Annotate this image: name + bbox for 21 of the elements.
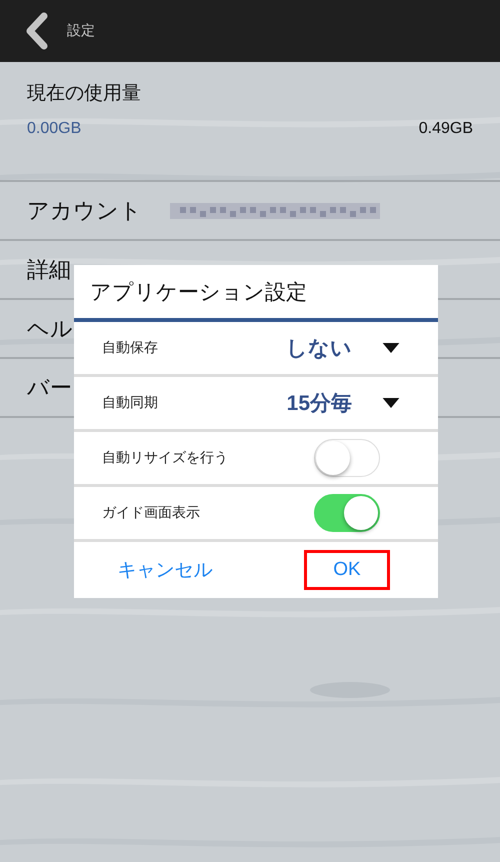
highlighted-button[interactable]: OK [304, 550, 390, 590]
back-icon[interactable] [24, 12, 48, 50]
setting-label: ガイド画面表示 [102, 504, 200, 522]
settings-item[interactable]: ヘル [27, 314, 73, 344]
used-amount: 0.00GB [27, 120, 82, 138]
usage-title: 現在の使用量 [27, 82, 141, 106]
dropdown[interactable]: しない [286, 334, 400, 362]
settings-item[interactable]: 詳細 [27, 254, 71, 284]
setting-label: 自動リサイズを行う [102, 449, 228, 467]
toggle-switch[interactable] [314, 439, 380, 477]
settings-item[interactable]: アカウント [27, 196, 142, 226]
total-amount: 0.49GB [418, 120, 473, 138]
screen-title: 設定 [67, 22, 95, 40]
setting-label: 自動保存 [102, 339, 158, 357]
caret-icon [382, 343, 400, 353]
dialog-button[interactable]: キャンセル [110, 548, 220, 592]
dropdown[interactable]: 15分毎 [286, 389, 400, 417]
toggle-switch[interactable] [314, 494, 380, 532]
settings-item[interactable]: バー [27, 372, 72, 402]
setting-label: 自動同期 [102, 394, 158, 412]
caret-icon [382, 398, 400, 408]
